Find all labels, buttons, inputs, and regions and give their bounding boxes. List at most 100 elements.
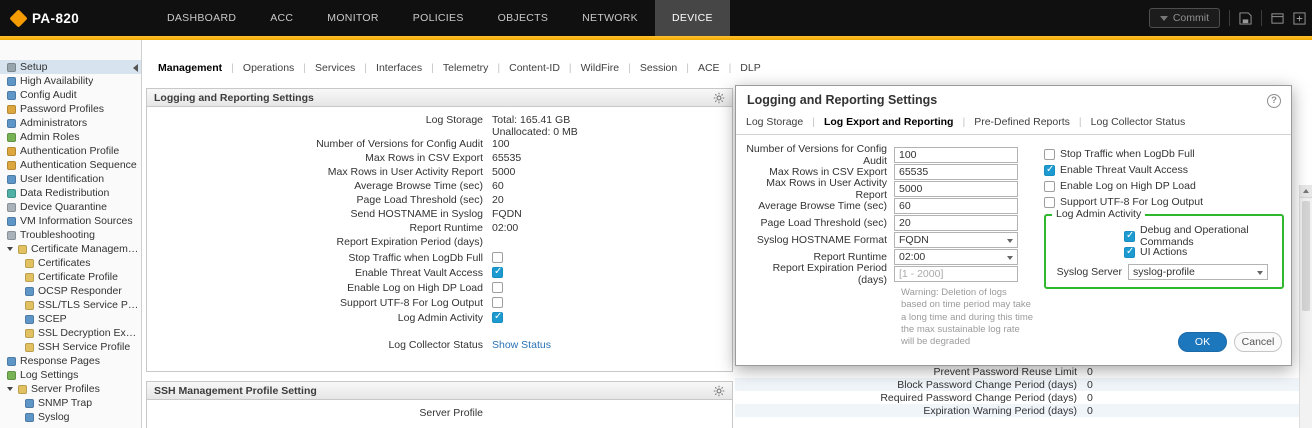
nav-monitor[interactable]: MONITOR (310, 0, 396, 36)
tab-interfaces[interactable]: Interfaces (367, 62, 431, 74)
report-runtime-select[interactable]: 02:00 (894, 248, 1018, 265)
sidebar-item-ssl-decryption-exclusion[interactable]: SSL Decryption Exclusion (0, 326, 141, 340)
sidebar-item-troubleshooting[interactable]: Troubleshooting (0, 228, 141, 242)
checkbox-label: Debug and Operational Commands (1140, 224, 1249, 248)
sidebar-item-user-identification[interactable]: User Identification (0, 172, 141, 186)
sidebar-item-syslog[interactable]: Syslog (0, 410, 141, 424)
sidebar-item-snmp-trap[interactable]: SNMP Trap (0, 396, 141, 410)
sidebar-item-ocsp-responder[interactable]: OCSP Responder (0, 284, 141, 298)
scroll-up-arrow-icon[interactable] (1300, 185, 1312, 198)
sidebar-collapse-icon[interactable] (133, 64, 138, 72)
edit-settings-gear-icon[interactable] (713, 92, 725, 104)
sidebar-item-certificates[interactable]: Certificates (0, 256, 141, 270)
tab-wildfire[interactable]: WildFire (572, 62, 629, 74)
form-row: Report Expiration Period (days) (746, 262, 1038, 286)
sidebar-item-server-profiles[interactable]: Server Profiles (0, 382, 141, 396)
nav-network[interactable]: NETWORK (565, 0, 655, 36)
save-icon[interactable] (1239, 11, 1252, 25)
sidebar-item-response-pages[interactable]: Response Pages (0, 354, 141, 368)
sidebar-item-vm-information-sources[interactable]: VM Information Sources (0, 214, 141, 228)
tab-session[interactable]: Session (631, 62, 686, 74)
syslog-server-select[interactable]: syslog-profile (1128, 264, 1268, 280)
utf8-output-checkbox[interactable] (1044, 196, 1055, 208)
tab-dlp[interactable]: DLP (731, 62, 769, 74)
chevron-down-icon[interactable] (7, 247, 13, 251)
tab-operations[interactable]: Operations (234, 62, 303, 74)
sidebar-item-scep[interactable]: SCEP (0, 312, 141, 326)
scrollbar-thumb[interactable] (1302, 201, 1310, 311)
tasks-icon[interactable] (1271, 12, 1284, 25)
max-rows-activity-input[interactable] (894, 180, 1018, 197)
commit-button[interactable]: Commit (1148, 8, 1220, 28)
setting-label: Report Runtime (409, 222, 483, 234)
chevron-down-icon (1007, 238, 1013, 243)
checkbox-label: UI Actions (1140, 246, 1188, 258)
nav-acc[interactable]: ACC (253, 0, 310, 36)
sidebar-item-high-availability[interactable]: High Availability (0, 74, 141, 88)
tab-management[interactable]: Management (149, 62, 231, 74)
tab-pre-defined-reports[interactable]: Pre-Defined Reports (965, 116, 1079, 128)
sidebar-item-data-redistribution[interactable]: Data Redistribution (0, 186, 141, 200)
stop-traffic-checkbox[interactable] (492, 252, 503, 263)
sidebar-item-log-settings[interactable]: Log Settings (0, 368, 141, 382)
sidebar-item-administrators[interactable]: Administrators (0, 116, 141, 130)
nav-device[interactable]: DEVICE (654, 0, 730, 36)
high-dp-load-checkbox[interactable] (492, 282, 503, 293)
tab-log-collector-status[interactable]: Log Collector Status (1082, 116, 1195, 128)
max-rows-csv-input[interactable] (894, 163, 1018, 180)
average-browse-time-input[interactable] (894, 197, 1018, 214)
setting-label: Enable Log on High DP Load (347, 281, 483, 294)
logging-reporting-settings-dialog: Logging and Reporting Settings Log Stora… (735, 85, 1292, 366)
sidebar-item-password-profiles[interactable]: Password Profiles (0, 102, 141, 116)
config-audit-versions-input[interactable] (894, 146, 1018, 163)
ok-button[interactable]: OK (1178, 332, 1227, 352)
tab-services[interactable]: Services (306, 62, 364, 74)
sidebar-item-admin-roles[interactable]: Admin Roles (0, 130, 141, 144)
setting-label: Server Profile (419, 407, 483, 419)
checkbox-label: Enable Log on High DP Load (1060, 180, 1196, 192)
report-expiration-input[interactable] (894, 265, 1018, 282)
sidebar-item-certificate-profile[interactable]: Certificate Profile (0, 270, 141, 284)
ui-actions-checkbox[interactable] (1124, 246, 1135, 258)
checkbox-label: Enable Threat Vault Access (1060, 164, 1189, 176)
sidebar-item-label: Administrators (20, 117, 88, 129)
edit-settings-gear-icon[interactable] (713, 385, 725, 397)
tab-ace[interactable]: ACE (689, 62, 729, 74)
user-session-icon[interactable] (1293, 11, 1306, 25)
nav-policies[interactable]: POLICIES (396, 0, 481, 36)
sidebar-item-authentication-sequence[interactable]: Authentication Sequence (0, 158, 141, 172)
threat-vault-checkbox[interactable] (1044, 164, 1055, 176)
tab-log-storage[interactable]: Log Storage (746, 116, 812, 128)
debug-operational-commands-checkbox[interactable] (1124, 230, 1135, 242)
sidebar-item-certificate-management[interactable]: Certificate Management (0, 242, 141, 256)
nav-dashboard[interactable]: DASHBOARD (150, 0, 253, 36)
sidebar-item-authentication-profile[interactable]: Authentication Profile (0, 144, 141, 158)
sidebar-item-ssl-tls-service-profile[interactable]: SSL/TLS Service Profile (0, 298, 141, 312)
setting-row-log-storage: Log Storage Total: 165.41 GB Unallocated… (147, 114, 732, 138)
log-admin-activity-checkbox[interactable] (492, 311, 503, 323)
threat-vault-checkbox[interactable] (492, 266, 503, 278)
setting-value: 0 (1087, 378, 1093, 391)
form-row: Number of Versions for Config Audit (746, 143, 1038, 167)
tab-log-export-and-reporting[interactable]: Log Export and Reporting (815, 116, 963, 128)
page-load-threshold-input[interactable] (894, 214, 1018, 231)
syslog-hostname-format-select[interactable]: FQDN (894, 231, 1018, 248)
vertical-scrollbar[interactable] (1299, 185, 1312, 428)
nav-objects[interactable]: OBJECTS (481, 0, 566, 36)
sidebar-item-config-audit[interactable]: Config Audit (0, 88, 141, 102)
sidebar-item-setup[interactable]: Setup (0, 60, 141, 74)
tab-content-id[interactable]: Content-ID (500, 62, 569, 74)
stop-traffic-checkbox[interactable] (1044, 148, 1055, 160)
help-icon[interactable] (1267, 94, 1281, 108)
chevron-down-icon[interactable] (7, 387, 13, 391)
cancel-button[interactable]: Cancel (1234, 332, 1282, 352)
sidebar-item-device-quarantine[interactable]: Device Quarantine (0, 200, 141, 214)
setting-row: Average Browse Time (sec) 60 (147, 180, 732, 194)
tab-telemetry[interactable]: Telemetry (434, 62, 498, 74)
show-status-link[interactable]: Show Status (492, 339, 551, 351)
sidebar-item-ssh-service-profile[interactable]: SSH Service Profile (0, 340, 141, 354)
user-icon (7, 118, 16, 128)
utf8-output-checkbox[interactable] (492, 297, 503, 308)
sidebar-item-label: Device Quarantine (20, 201, 107, 213)
high-dp-load-checkbox[interactable] (1044, 180, 1055, 192)
